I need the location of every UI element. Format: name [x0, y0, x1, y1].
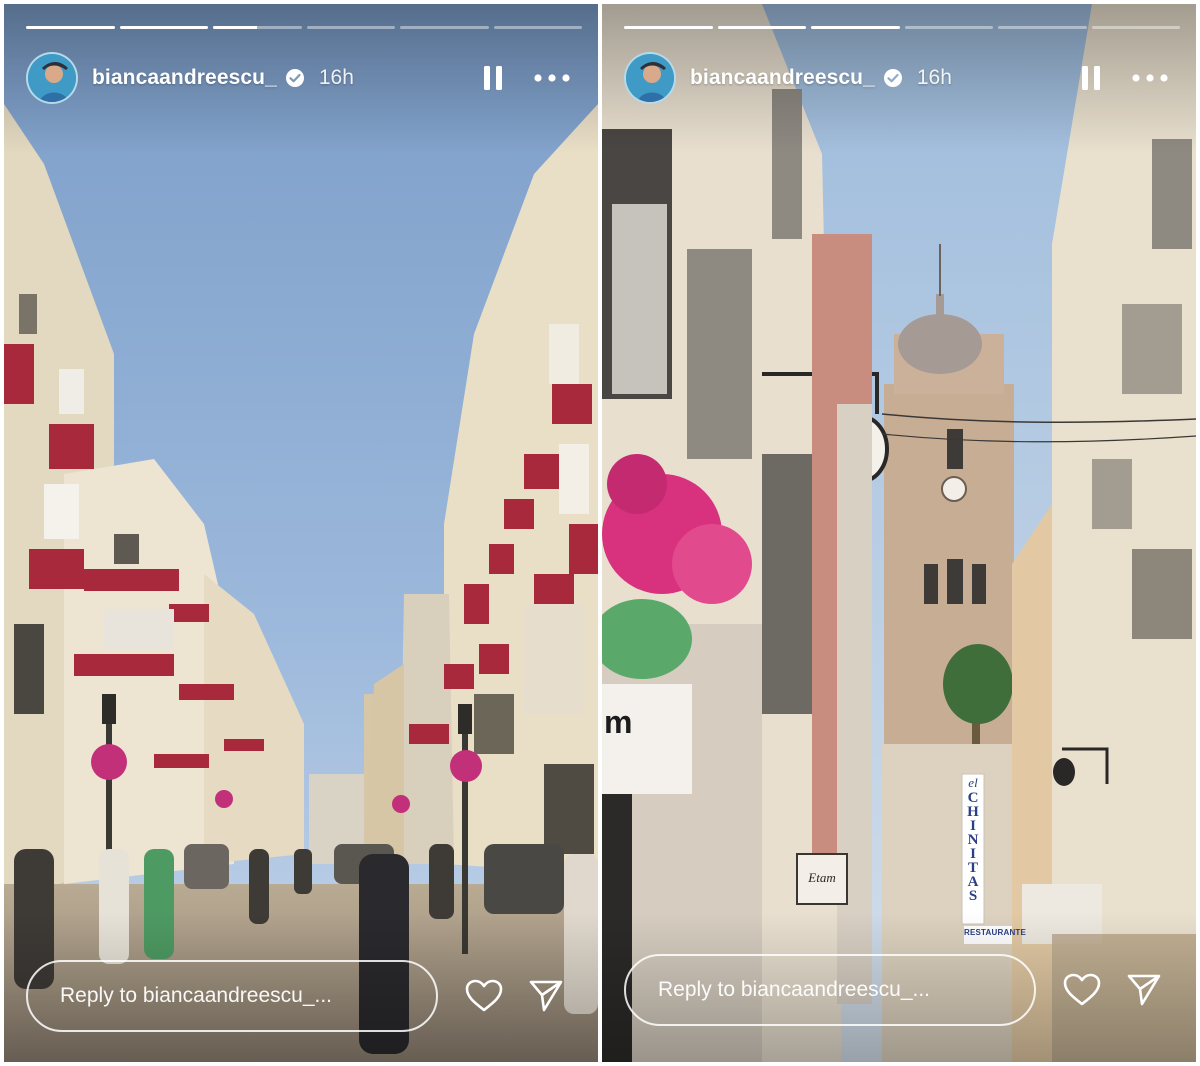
- progress-segment: [119, 26, 208, 29]
- progress-segment-fill: [624, 26, 713, 29]
- shop-fragment: m: [604, 704, 633, 740]
- progress-segment: [998, 26, 1087, 29]
- progress-segment: [493, 26, 582, 29]
- story-panel-right[interactable]: el CHINITAS RESTAURANTE Etam m biancaand…: [602, 4, 1196, 1062]
- pause-icon[interactable]: [476, 61, 510, 95]
- progress-segment: [306, 26, 395, 29]
- progress-segment-fill: [213, 26, 258, 29]
- reply-bar: [624, 952, 1178, 1028]
- story-progress-bar: [26, 26, 582, 29]
- send-icon[interactable]: [526, 976, 566, 1016]
- username[interactable]: biancaandreescu_: [690, 66, 875, 90]
- progress-segment: [904, 26, 993, 29]
- verified-badge-icon: [883, 68, 903, 88]
- heart-icon[interactable]: [464, 976, 504, 1016]
- progress-segment: [811, 26, 900, 29]
- verified-badge-icon: [285, 68, 305, 88]
- sign-chinitas: CHINITAS: [965, 790, 981, 902]
- progress-segment: [213, 26, 302, 29]
- progress-segment: [1091, 26, 1180, 29]
- progress-segment: [26, 26, 115, 29]
- progress-segment-fill: [717, 26, 806, 29]
- reply-bar: [26, 958, 580, 1034]
- progress-segment: [624, 26, 713, 29]
- street-photo: [4, 4, 598, 1062]
- progress-segment-fill: [26, 26, 115, 29]
- username[interactable]: biancaandreescu_: [92, 66, 277, 90]
- sign-el: el: [968, 775, 978, 790]
- etam-sign: Etam: [808, 870, 836, 885]
- post-time: 16h: [916, 66, 952, 89]
- post-time: 16h: [318, 66, 354, 89]
- avatar[interactable]: [26, 52, 78, 104]
- avatar[interactable]: [624, 52, 676, 104]
- send-icon[interactable]: [1124, 970, 1164, 1010]
- more-icon[interactable]: [1130, 61, 1170, 95]
- heart-icon[interactable]: [1062, 970, 1102, 1010]
- restaurant-sign: RESTAURANTE: [964, 928, 1027, 937]
- progress-segment-fill: [811, 26, 900, 29]
- progress-segment: [717, 26, 806, 29]
- pause-icon[interactable]: [1074, 61, 1108, 95]
- story-panel-left[interactable]: biancaandreescu_ 16h: [4, 4, 598, 1062]
- reply-input[interactable]: [26, 960, 438, 1032]
- chinitas-sign: el CHINITAS: [962, 774, 984, 924]
- story-progress-bar: [624, 26, 1180, 29]
- reply-input[interactable]: [624, 954, 1036, 1026]
- story-header: biancaandreescu_ 16h: [624, 50, 1180, 106]
- cathedral-photo: [602, 4, 1196, 1062]
- story-header: biancaandreescu_ 16h: [26, 50, 582, 106]
- more-icon[interactable]: [532, 61, 572, 95]
- progress-segment: [400, 26, 489, 29]
- progress-segment-fill: [119, 26, 208, 29]
